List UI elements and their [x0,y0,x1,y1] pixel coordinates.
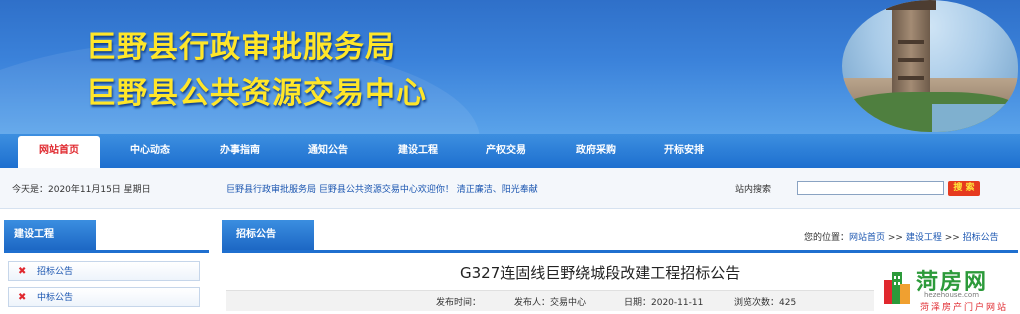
meta-date: 日期：2020-11-11 [624,298,704,308]
building-logo-icon [884,272,910,304]
breadcrumb-prefix: 您的位置： [804,233,850,243]
sidebar-item-bid-notice[interactable]: ✖ 招标公告 [8,261,200,281]
article-meta: 发布时间： 发布人：交易中心 日期：2020-11-11 浏览次数：425 [226,290,874,311]
watermark-subtitle: 菏泽房产门户网站 [920,303,1009,313]
nav-item-property[interactable]: 产权交易 [466,134,546,168]
breadcrumb-bid-notice[interactable]: 招标公告 [963,233,999,243]
header-banner: 巨野县行政审批服务局 巨野县公共资源交易中心 [0,0,1020,134]
nav-item-notices[interactable]: 通知公告 [288,134,368,168]
pagoda-photo [842,0,1018,132]
meta-views: 浏览次数：425 [734,298,797,308]
search-input[interactable] [797,181,944,195]
nav-item-guide[interactable]: 办事指南 [200,134,280,168]
cross-bullet-icon: ✖ [18,266,27,277]
welcome-marquee: 巨野县行政审批服务局 巨野县公共资源交易中心欢迎你！ 清正廉洁、阳光奉献 [226,185,538,195]
cross-bullet-icon: ✖ [18,292,27,303]
nav-item-center-news[interactable]: 中心动态 [110,134,190,168]
nav-item-procurement[interactable]: 政府采购 [556,134,636,168]
breadcrumb: 您的位置：网站首页 >> 建设工程 >> 招标公告 [804,233,999,243]
current-date: 今天是：2020年11月15日 星期日 [12,185,151,195]
sidebar: 建设工程 ✖ 招标公告 ✖ 中标公告 [0,220,212,314]
breadcrumb-construction[interactable]: 建设工程 [906,233,942,243]
search-label: 站内搜索 [735,185,772,195]
search-button[interactable]: 搜 索 [948,181,980,196]
sidebar-item-award-notice[interactable]: ✖ 中标公告 [8,287,200,307]
site-watermark: 菏房网 hezehouse.com 菏泽房产门户网站 [876,264,1020,314]
nav-item-bid-schedule[interactable]: 开标安排 [644,134,724,168]
nav-item-home[interactable]: 网站首页 [18,136,100,168]
breadcrumb-home[interactable]: 网站首页 [849,233,885,243]
nav-item-construction[interactable]: 建设工程 [378,134,458,168]
meta-publisher: 发布人：交易中心 [514,298,587,308]
sidebar-item-label: 招标公告 [37,267,74,277]
header-title-bureau: 巨野县行政审批服务局 [86,30,396,65]
content-tab-title: 招标公告 [222,220,314,250]
article-title: G327连固线巨野绕城段改建工程招标公告 [460,264,741,282]
sidebar-title: 建设工程 [4,220,96,250]
sidebar-item-label: 中标公告 [37,293,74,303]
header-title-trading-center: 巨野县公共资源交易中心 [86,76,427,111]
main-nav: 网站首页 中心动态 办事指南 通知公告 建设工程 产权交易 政府采购 开标安排 [0,134,1020,168]
watermark-url: hezehouse.com [924,291,980,299]
meta-publish-time: 发布时间： [436,298,482,308]
